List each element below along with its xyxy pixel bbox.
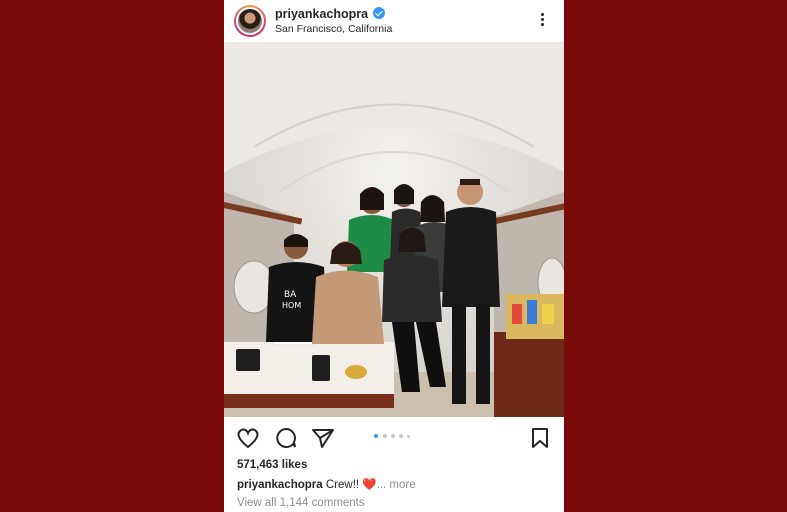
paper-plane-icon[interactable] [311, 427, 335, 449]
location-link[interactable]: San Francisco, California [275, 23, 392, 35]
caption-more-link[interactable]: ... more [377, 479, 416, 491]
post-header: priyankachopra San Francisco, California [224, 0, 564, 42]
svg-text:HOM: HOM [282, 301, 301, 310]
post-image[interactable]: BA HOM [224, 42, 564, 417]
view-comments-link[interactable]: View all 1,144 comments [237, 497, 365, 509]
carousel-indicator [374, 434, 424, 440]
carousel-dot [391, 434, 395, 438]
carousel-dot-active [374, 434, 378, 438]
carousel-dot [399, 434, 403, 438]
more-options-icon[interactable] [536, 11, 548, 31]
action-bar [224, 418, 564, 456]
username-row: priyankachopra [275, 7, 386, 21]
heart-icon[interactable] [236, 427, 260, 449]
avatar[interactable] [234, 5, 266, 37]
avatar-photo [238, 9, 262, 33]
caption: priyankachopra Crew!! ❤️... more [237, 477, 416, 491]
caption-text: Crew!! [325, 479, 360, 491]
svg-text:BA: BA [284, 290, 297, 300]
bookmark-icon[interactable] [528, 427, 552, 449]
caption-username[interactable]: priyankachopra [237, 479, 323, 491]
avatar-ring [236, 7, 264, 35]
heart-emoji: ❤️ [362, 479, 377, 491]
verified-badge-icon [373, 7, 386, 19]
carousel-dot [383, 434, 387, 438]
carousel-dot [407, 435, 410, 438]
post-photo-illustration: BA HOM [224, 42, 564, 417]
username-link[interactable]: priyankachopra [275, 7, 368, 21]
likes-count[interactable]: 571,463 likes [237, 459, 307, 471]
comment-icon[interactable] [274, 427, 298, 449]
instagram-post: priyankachopra San Francisco, California [224, 0, 564, 512]
